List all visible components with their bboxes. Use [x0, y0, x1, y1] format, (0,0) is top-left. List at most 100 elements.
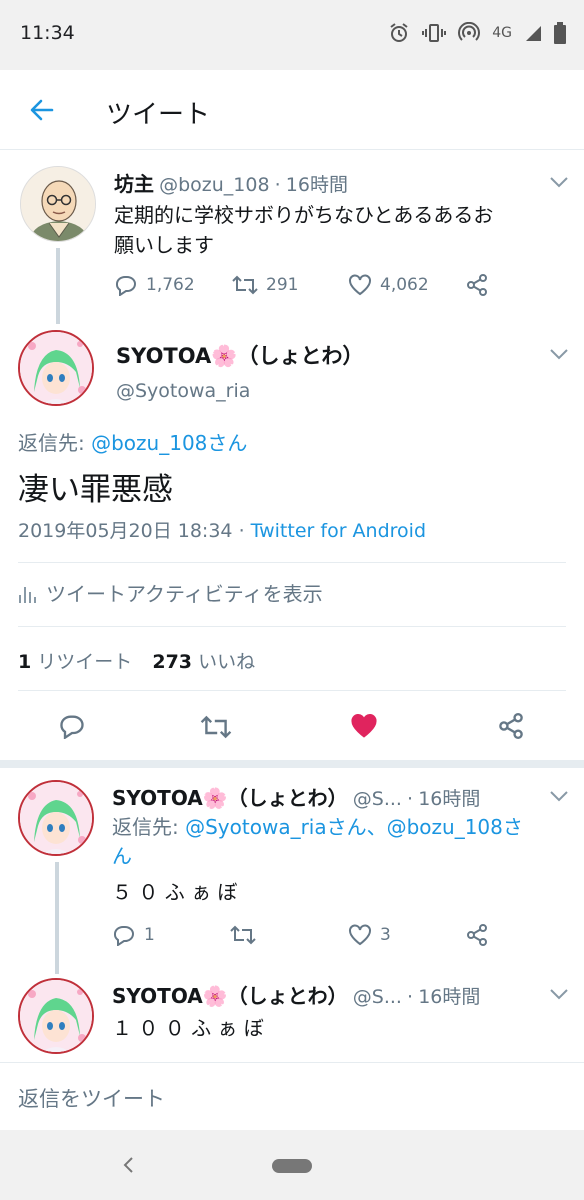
reply1-header: SYOTOA🌸（しょとわ） @S... · 16時間: [112, 782, 480, 811]
battery-icon: [554, 22, 566, 44]
like-button[interactable]: 4,062: [348, 274, 429, 296]
meta-separator: ·: [274, 174, 281, 196]
divider: [18, 690, 566, 691]
reply-count: 1,762: [146, 275, 195, 295]
avatar-syotowa[interactable]: [18, 780, 94, 856]
network-label: 4G: [492, 25, 512, 41]
tweet-time[interactable]: 16時間: [418, 986, 480, 1008]
reply2-header: SYOTOA🌸（しょとわ） @S... · 16時間: [112, 980, 480, 1009]
heart-icon: [349, 274, 371, 296]
signal-icon: [524, 24, 542, 42]
retweet-icon: [200, 715, 232, 739]
reply-to-label: 返信先:: [18, 431, 85, 455]
nav-back-button[interactable]: [116, 1152, 140, 1178]
tweet-author-name[interactable]: SYOTOA🌸（しょとわ）: [112, 984, 348, 1008]
share-button[interactable]: [498, 713, 524, 739]
retweet-button[interactable]: 291: [232, 275, 298, 295]
chevron-down-icon: [550, 989, 568, 1000]
tweet-menu-button[interactable]: [547, 982, 571, 1006]
tweet-author-handle[interactable]: @bozu_108: [159, 174, 269, 196]
share-button[interactable]: [466, 274, 488, 296]
tweet-author-handle[interactable]: @Syotowa_ria: [116, 380, 363, 402]
status-bar: 11:34 4G: [0, 0, 584, 70]
tweet-author-handle[interactable]: @S...: [353, 986, 402, 1008]
reply-button[interactable]: 1: [112, 924, 155, 946]
tweet-author-name[interactable]: 坊主: [114, 172, 154, 196]
arrow-left-icon: [30, 99, 54, 121]
avatar-bozu[interactable]: [20, 166, 96, 242]
tweet-timestamp-line: 2019年05月20日 18:34 · Twitter for Android: [18, 516, 426, 543]
tweet-activity-label: ツイートアクティビティを表示: [46, 582, 323, 606]
reply-to-line: 返信先: @bozu_108さん: [18, 427, 247, 456]
like-stat-label: いいね: [198, 651, 256, 673]
parent-tweet-header: 坊主 @bozu_108 · 16時間: [114, 168, 348, 197]
parent-tweet-actions: 1,762 291 4,062: [114, 270, 494, 300]
retweet-button[interactable]: [230, 925, 256, 945]
reply-button[interactable]: [58, 713, 86, 739]
retweet-button[interactable]: [200, 715, 232, 739]
tweet-author-handle[interactable]: @S...: [353, 788, 402, 810]
retweet-stat-label: リツイート: [37, 651, 133, 673]
tweet-activity-link[interactable]: ツイートアクティビティを表示: [18, 578, 323, 607]
back-button[interactable]: [22, 90, 62, 130]
tweet-text-line: 定期的に学校サボりがちなひとあるあるお: [114, 203, 494, 227]
reply-icon: [60, 715, 84, 739]
divider: [18, 626, 566, 627]
share-button[interactable]: [466, 924, 488, 946]
divider: [18, 562, 566, 563]
bar-chart-icon: [19, 586, 36, 603]
reply1-actions: 1 3: [112, 920, 492, 950]
share-icon: [499, 713, 523, 739]
meta-separator: ·: [407, 986, 414, 1008]
chevron-down-icon: [550, 349, 568, 360]
tweet-menu-button[interactable]: [547, 784, 571, 808]
tweet-time[interactable]: 16時間: [286, 174, 348, 196]
tweet-menu-button[interactable]: [547, 342, 571, 366]
main-tweet-actions: [0, 705, 584, 749]
like-button[interactable]: 3: [348, 924, 391, 946]
tweet-menu-button[interactable]: [547, 170, 571, 194]
tweet-author-name[interactable]: SYOTOA🌸（しょとわ）: [116, 340, 363, 370]
main-tweet-author: SYOTOA🌸（しょとわ） @Syotowa_ria: [116, 340, 363, 402]
alarm-icon: [388, 22, 410, 44]
like-button-active[interactable]: [350, 713, 378, 739]
retweet-icon: [232, 275, 258, 295]
reply-button[interactable]: 1,762: [114, 274, 195, 296]
tweet-source-link[interactable]: Twitter for Android: [251, 520, 426, 542]
avatar-syotowa[interactable]: [18, 978, 94, 1054]
heart-icon: [349, 924, 371, 946]
retweet-count: 291: [266, 275, 299, 295]
reply-to-user-link[interactable]: @bozu_108さん: [91, 431, 247, 455]
meta-separator: ·: [238, 520, 245, 542]
like-count: 4,062: [380, 275, 429, 295]
app-header: ツイート: [0, 70, 584, 150]
reply1-text: ５ ０ ふ ぁ ぼ: [112, 880, 238, 904]
retweet-icon: [230, 925, 256, 945]
hotspot-icon: [458, 22, 481, 44]
reply-input[interactable]: 返信をツイート: [18, 1083, 165, 1113]
chevron-down-icon: [550, 791, 568, 802]
parent-tweet-text: 定期的に学校サボりがちなひとあるあるお 願いします: [114, 200, 493, 260]
reply-to-label: 返信先:: [112, 815, 179, 839]
nav-home-pill[interactable]: [272, 1159, 312, 1173]
tweet-text-line: 願いします: [114, 233, 214, 257]
main-tweet-text: 凄い罪悪感: [18, 472, 173, 508]
like-stat[interactable]: 273 いいね: [152, 651, 255, 673]
reply-icon: [116, 276, 136, 296]
tweet-author-name[interactable]: SYOTOA🌸（しょとわ）: [112, 786, 348, 810]
heart-filled-icon: [351, 714, 377, 738]
vibrate-icon: [422, 22, 447, 44]
chevron-down-icon: [550, 177, 568, 188]
like-count: 3: [380, 925, 391, 945]
share-icon: [467, 924, 487, 946]
retweet-stat[interactable]: 1 リツイート: [18, 651, 138, 673]
reply2-text: １ ０ ０ ふ ぁ ぼ: [112, 1016, 264, 1040]
tweet-time[interactable]: 16時間: [418, 788, 480, 810]
status-time: 11:34: [20, 22, 75, 44]
reply-to-users-link-cont[interactable]: ん: [112, 844, 132, 868]
page-title: ツイート: [106, 100, 211, 130]
reply-to-users-link[interactable]: @Syotowa_riaさん、@bozu_108さ: [185, 815, 523, 839]
avatar-syotowa[interactable]: [18, 330, 94, 406]
share-icon: [467, 274, 487, 296]
retweet-stat-count: 1: [18, 651, 32, 673]
